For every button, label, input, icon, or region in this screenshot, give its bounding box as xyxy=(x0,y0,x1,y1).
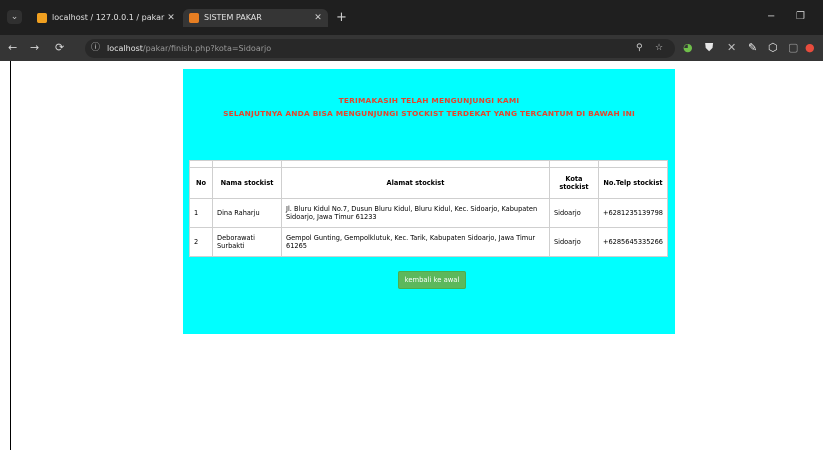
table-row: 2 Deborawati Surbakti Gempol Gunting, Ge… xyxy=(189,227,669,257)
column-header-city: Kota stockist xyxy=(548,167,599,199)
table-cell xyxy=(212,160,282,168)
zoom-icon[interactable]: ⚲ xyxy=(636,41,643,56)
cell-phone: +6285645335266 xyxy=(597,227,669,257)
close-icon[interactable]: ✕ xyxy=(165,9,177,27)
extension-1-icon[interactable]: ◕ xyxy=(683,40,693,56)
toolbar: ← → ⟳ ⓘ localhost/pakar/finish.php?kota=… xyxy=(0,35,823,61)
site-info-icon[interactable]: ⓘ xyxy=(91,41,100,56)
cell-phone: +6281235139798 xyxy=(597,198,669,228)
column-header-address: Alamat stockist xyxy=(281,167,550,199)
tab-phpmyadmin[interactable]: localhost / 127.0.0.1 / pakar | ph ✕ xyxy=(31,9,181,27)
table-cell xyxy=(189,160,213,168)
back-to-start-button[interactable]: kembali ke awal xyxy=(398,271,466,289)
column-header-phone: No.Telp stockist xyxy=(597,167,669,199)
new-tab-button[interactable]: + xyxy=(336,9,347,27)
cell-name: Deborawati Surbakti xyxy=(212,227,282,257)
profile-avatar-icon[interactable]: ● xyxy=(805,40,815,56)
table-cell xyxy=(548,160,599,168)
extension-shield-icon[interactable]: ⛊ xyxy=(705,40,713,56)
extension-pen-icon[interactable]: ✎ xyxy=(748,40,757,56)
page-content: TERIMAKASIH TELAH MENGUNJUNGI KAMI SELAN… xyxy=(10,61,823,450)
table-cell xyxy=(597,160,669,168)
cell-city: Sidoarjo xyxy=(548,198,599,228)
tab-search-button[interactable]: ⌄ xyxy=(7,10,22,24)
tab-sistem-pakar[interactable]: SISTEM PAKAR ✕ xyxy=(183,9,328,27)
cell-name: Dina Raharju xyxy=(212,198,282,228)
tab-title: SISTEM PAKAR xyxy=(204,13,262,22)
side-panel-icon[interactable]: ▢ xyxy=(788,40,798,56)
extension-x-icon[interactable]: ✕ xyxy=(727,40,736,56)
minimize-button[interactable]: − xyxy=(767,8,775,26)
column-header-name: Nama stockist xyxy=(212,167,282,199)
instruction-heading: SELANJUTNYA ANDA BISA MENGUNJUNGI STOCKI… xyxy=(223,109,635,118)
phpmyadmin-favicon-icon xyxy=(37,13,47,23)
tab-title: localhost / 127.0.0.1 / pakar | ph xyxy=(52,13,165,22)
cell-address: Gempol Gunting, Gempolklutuk, Kec. Tarik… xyxy=(281,227,550,257)
table-row: 1 Dina Raharju Jl. Bluru Kidul No.7, Dus… xyxy=(189,198,669,228)
table-spacer-row xyxy=(189,160,669,168)
stockist-panel: TERIMAKASIH TELAH MENGUNJUNGI KAMI SELAN… xyxy=(183,69,675,334)
browser-chrome: ⌄ localhost / 127.0.0.1 / pakar | ph ✕ S… xyxy=(0,0,823,61)
url-host: localhost xyxy=(107,44,143,53)
address-bar[interactable]: ⓘ localhost/pakar/finish.php?kota=Sidoar… xyxy=(85,39,675,58)
url-text[interactable]: localhost/pakar/finish.php?kota=Sidoarjo xyxy=(107,41,271,56)
close-icon[interactable]: ✕ xyxy=(312,9,324,27)
forward-button[interactable]: → xyxy=(30,40,39,56)
table-header-row: No Nama stockist Alamat stockist Kota st… xyxy=(189,167,669,199)
column-header-no: No xyxy=(189,167,213,199)
table-cell xyxy=(281,160,550,168)
thank-you-heading: TERIMAKASIH TELAH MENGUNJUNGI KAMI xyxy=(338,96,520,105)
tab-bar: ⌄ localhost / 127.0.0.1 / pakar | ph ✕ S… xyxy=(0,0,823,35)
reload-button[interactable]: ⟳ xyxy=(55,40,64,56)
bookmark-star-icon[interactable]: ☆ xyxy=(655,41,663,56)
page-favicon-icon xyxy=(189,13,199,23)
restore-button[interactable]: ❐ xyxy=(796,8,805,26)
cell-no: 1 xyxy=(189,198,213,228)
back-button[interactable]: ← xyxy=(8,40,17,56)
url-path: /pakar/finish.php?kota=Sidoarjo xyxy=(142,44,272,53)
cell-no: 2 xyxy=(189,227,213,257)
cell-city: Sidoarjo xyxy=(548,227,599,257)
stockist-table: No Nama stockist Alamat stockist Kota st… xyxy=(189,160,669,257)
cell-address: Jl. Bluru Kidul No.7, Dusun Bluru Kidul,… xyxy=(281,198,550,228)
extensions-puzzle-icon[interactable]: ⬡ xyxy=(768,40,778,56)
